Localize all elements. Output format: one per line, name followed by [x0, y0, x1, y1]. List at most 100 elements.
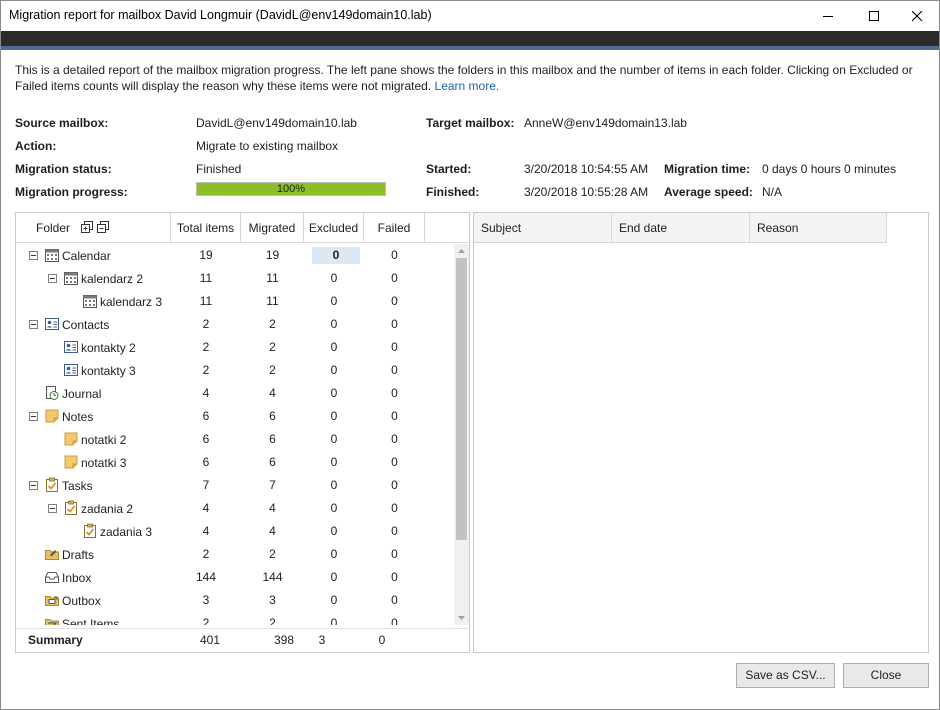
folder-row[interactable]: kalendarz 3 11 11 0 0: [16, 290, 454, 313]
column-header-reason[interactable]: Reason: [750, 213, 887, 243]
folder-name: Drafts: [62, 548, 95, 562]
excluded-count[interactable]: 0: [304, 474, 364, 497]
excluded-count[interactable]: 0: [304, 566, 364, 589]
folder-row[interactable]: kalendarz 2 11 11 0 0: [16, 267, 454, 290]
summary-excluded[interactable]: 3: [312, 629, 332, 652]
migrated-cell: 6: [269, 455, 276, 469]
folder-row[interactable]: Notes 6 6 0 0: [16, 405, 454, 428]
excluded-count[interactable]: 0: [304, 313, 364, 336]
total-items-cell: 6: [202, 455, 210, 469]
failed-count[interactable]: 0: [364, 589, 425, 612]
save-as-csv-button[interactable]: Save as CSV...: [736, 663, 835, 688]
failed-count[interactable]: 0: [364, 359, 425, 382]
collapse-all-icon[interactable]: [97, 221, 109, 235]
column-header-subject[interactable]: Subject: [474, 213, 612, 243]
source-mailbox-value: DavidL@env149domain10.lab: [196, 116, 357, 130]
migration-time-label: Migration time:: [664, 162, 750, 176]
failed-count[interactable]: 0: [364, 520, 425, 543]
migration-progress-label: Migration progress:: [15, 185, 128, 199]
failed-count[interactable]: 0: [364, 290, 425, 313]
folder-row[interactable]: Calendar 19 19 0 0: [16, 244, 454, 267]
column-header-excluded[interactable]: Excluded: [304, 213, 364, 243]
collapse-toggle-icon[interactable]: [29, 481, 38, 490]
folder-row[interactable]: Tasks 7 7 0 0: [16, 474, 454, 497]
folder-name: zadania 3: [100, 525, 153, 539]
collapse-toggle-icon[interactable]: [48, 504, 57, 513]
folder-row[interactable]: kontakty 2 2 2 00: [16, 336, 454, 359]
folder-tree-scrollbar[interactable]: [454, 244, 469, 625]
excluded-count[interactable]: 0: [304, 497, 364, 520]
minimize-button[interactable]: [805, 1, 851, 31]
excluded-count[interactable]: 0: [304, 428, 364, 451]
failed-count[interactable]: 0: [364, 543, 425, 566]
header-band: [1, 31, 939, 46]
migrated-cell: 4: [269, 524, 276, 538]
folder-row[interactable]: Sent Items 2 2 0 0: [16, 612, 454, 625]
collapse-toggle-icon[interactable]: [29, 320, 38, 329]
calendar-icon: [82, 293, 98, 309]
excluded-count[interactable]: 0: [304, 382, 364, 405]
migrated-cell: 6: [269, 409, 276, 423]
excluded-count[interactable]: 0: [304, 520, 364, 543]
folder-row[interactable]: Journal 4 4 0 0: [16, 382, 454, 405]
failed-count[interactable]: 0: [364, 474, 425, 497]
failed-count[interactable]: 0: [364, 451, 425, 474]
migrated-cell: 4: [269, 501, 276, 515]
migrated-cell: 19: [265, 248, 280, 262]
scroll-down-button[interactable]: [454, 611, 469, 625]
collapse-toggle-icon[interactable]: [48, 274, 57, 283]
folder-row[interactable]: notatki 2 6 6 00: [16, 428, 454, 451]
folder-name: kalendarz 2: [81, 272, 144, 286]
folder-row[interactable]: Contacts 2 2 0 0: [16, 313, 454, 336]
outbox-icon: [44, 592, 60, 608]
scroll-thumb[interactable]: [456, 258, 467, 540]
folders-header: Folder Total items Migrated Excluded Fai…: [16, 213, 469, 243]
excluded-count[interactable]: 0: [304, 267, 364, 290]
collapse-toggle-icon[interactable]: [29, 412, 38, 421]
failed-count[interactable]: 0: [364, 267, 425, 290]
excluded-count[interactable]: 0: [304, 543, 364, 566]
learn-more-link[interactable]: Learn more.: [435, 79, 500, 93]
folder-row[interactable]: Outbox 3 3 0 0: [16, 589, 454, 612]
excluded-count[interactable]: 0: [304, 451, 364, 474]
column-header-migrated[interactable]: Migrated: [241, 213, 304, 243]
excluded-count[interactable]: 0: [312, 247, 360, 264]
expand-all-icon[interactable]: [81, 221, 93, 235]
excluded-count[interactable]: 0: [304, 290, 364, 313]
folder-row[interactable]: Inbox 144 144 0 0: [16, 566, 454, 589]
excluded-count[interactable]: 0: [304, 359, 364, 382]
failed-count[interactable]: 0: [364, 382, 425, 405]
folder-row[interactable]: Drafts 2 2 0 0: [16, 543, 454, 566]
failed-count[interactable]: 0: [364, 336, 425, 359]
folder-name: notatki 3: [81, 456, 127, 470]
folder-row[interactable]: kontakty 3 2 2 00: [16, 359, 454, 382]
total-items-cell: 4: [202, 386, 210, 400]
folder-row[interactable]: zadania 2 4 4 00: [16, 497, 454, 520]
excluded-count[interactable]: 0: [304, 589, 364, 612]
maximize-button[interactable]: [851, 1, 897, 31]
excluded-count[interactable]: 0: [304, 336, 364, 359]
collapse-toggle-icon[interactable]: [29, 251, 38, 260]
failed-count[interactable]: 0: [364, 612, 425, 625]
failed-count[interactable]: 0: [364, 405, 425, 428]
close-window-button[interactable]: [894, 1, 939, 31]
failed-count[interactable]: 0: [364, 566, 425, 589]
failed-count[interactable]: 0: [364, 497, 425, 520]
total-items-cell: 6: [202, 432, 210, 446]
column-header-end-date[interactable]: End date: [612, 213, 750, 243]
close-button[interactable]: Close: [843, 663, 929, 688]
folder-row[interactable]: zadania 3 4 4 00: [16, 520, 454, 543]
column-header-total-items[interactable]: Total items: [171, 213, 241, 243]
failed-count[interactable]: 0: [364, 428, 425, 451]
excluded-count[interactable]: 0: [304, 405, 364, 428]
tasks-icon: [82, 523, 98, 539]
failed-count[interactable]: 0: [364, 244, 425, 267]
folder-name: Calendar: [62, 249, 111, 263]
excluded-count[interactable]: 0: [304, 612, 364, 625]
scroll-up-button[interactable]: [454, 244, 469, 258]
tasks-icon: [44, 477, 60, 493]
folder-row[interactable]: notatki 3 6 6 00: [16, 451, 454, 474]
summary-failed[interactable]: 0: [372, 629, 392, 652]
column-header-failed[interactable]: Failed: [364, 213, 425, 243]
failed-count[interactable]: 0: [364, 313, 425, 336]
